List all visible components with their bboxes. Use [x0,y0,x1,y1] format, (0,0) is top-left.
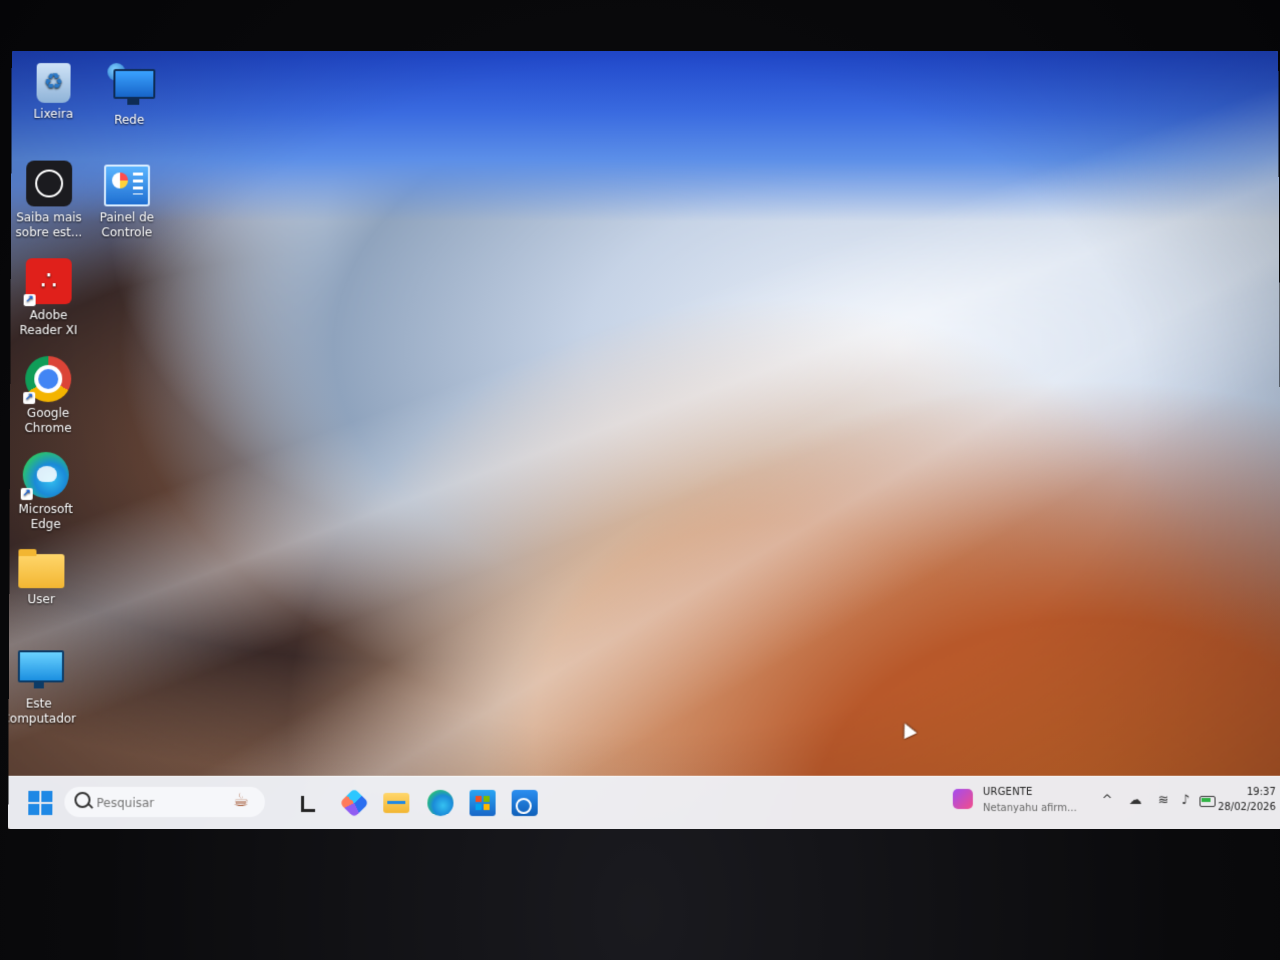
desktop-icon-label: Este Computador [8,696,77,726]
desktop-icon-saiba-mais[interactable]: Saiba mais sobre est... [8,160,91,241]
clock-time: 19:37 [1246,786,1276,798]
desktop-icon-label: Lixeira [33,106,74,121]
desktop-icon-label: User [27,592,55,607]
volume-icon[interactable]: ♪ [1177,793,1193,809]
folder-icon [18,554,65,589]
desktop-icon-label: Painel de Controle [99,210,155,240]
desktop-icon-este-computador[interactable]: Este Computador [8,646,81,726]
edge-taskbar-icon[interactable] [427,789,454,817]
monitor-stand [127,98,140,105]
shortcut-arrow-icon: ↗ [20,488,33,501]
taskbar: URGENTE Netanyahu afirm... ^ ☁ ≋ ♪ 19:37… [8,775,1280,830]
news-subtitle: Netanyahu afirm... [982,802,1077,815]
monitor-bezel: Lixeira Rede Saiba mais sobre est... Pai… [0,0,1280,960]
news-widget[interactable]: URGENTE Netanyahu afirm... [952,785,1104,821]
cloud-off-icon[interactable]: ☁ [1127,793,1143,809]
widgets-icon[interactable] [295,790,321,816]
network-icon [107,63,156,109]
outlook-icon[interactable] [511,789,538,817]
monitor-stand [33,682,44,689]
taskbar-search[interactable] [64,786,266,818]
desktop-icon-google-chrome[interactable]: ↗ Google Chrome [8,356,90,436]
copilot-icon[interactable] [339,788,369,818]
desktop-icon-label: Adobe Reader XI [19,308,78,338]
wifi-icon[interactable]: ≋ [1155,793,1171,809]
recycle-bin-icon [36,63,71,103]
desktop-icon-label: Saiba mais sobre est... [15,210,83,240]
news-title: URGENTE [982,786,1033,798]
desktop-icon-lixeira[interactable]: Lixeira [12,63,96,122]
search-highlight-icon [233,790,259,814]
learn-more-icon [26,160,73,207]
store-icon[interactable] [469,789,496,817]
start-button[interactable] [28,790,53,816]
desktop-icon-user[interactable]: User [8,548,83,607]
desktop-icon-label: Microsoft Edge [18,502,74,532]
desktop-icon-rede[interactable]: Rede [87,63,171,128]
clock[interactable]: 19:37 28/02/2026 [1205,785,1276,815]
desktop-icon-label: Google Chrome [24,406,72,436]
desktop-icon-microsoft-edge[interactable]: ↗ Microsoft Edge [8,452,88,532]
file-explorer-icon[interactable] [383,792,410,814]
clock-date: 28/02/2026 [1217,801,1276,814]
adobe-reader-icon: ↗ [23,258,72,307]
desktop-icon-label: Rede [114,112,145,127]
shortcut-arrow-icon: ↗ [23,392,36,405]
screen: Lixeira Rede Saiba mais sobre est... Pai… [8,51,1280,830]
monitor-shape [17,650,65,683]
wallpaper-vignette [8,51,1280,830]
search-input[interactable] [94,790,219,816]
monitor-shape [113,69,156,99]
control-panel-icon [103,164,151,207]
desktop-icon-adobe-reader[interactable]: ↗ Adobe Reader XI [8,258,91,338]
desktop-icon-painel-de-controle[interactable]: Painel de Controle [85,164,169,241]
chevron-up-icon[interactable]: ^ [1099,793,1115,809]
chrome-icon: ↗ [23,356,72,405]
search-icon [74,791,91,808]
this-pc-icon [16,646,65,692]
edge-icon: ↗ [20,452,69,501]
shortcut-arrow-icon: ↗ [23,294,36,307]
news-icon [952,788,973,810]
